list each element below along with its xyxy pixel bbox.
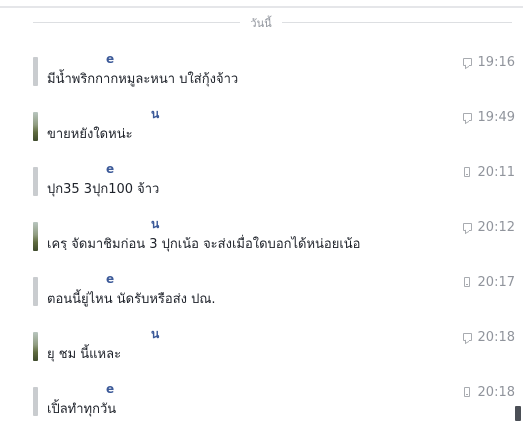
divider-line [33,22,240,23]
message-meta: 20:18 [462,329,515,345]
message-meta: 19:16 [462,54,515,70]
message-row[interactable]: น เครฺ จัดมาชิมก่อน 3 ปุกเน้อ จะส่งเมื่อ… [0,217,523,267]
message-meta: 20:11 [462,164,515,180]
divider-line [282,22,512,23]
message-time: 20:12 [477,219,515,235]
message-meta: 20:17 [462,274,515,290]
message-text: มีน้ำพริกกากหมูละหนา บใส่กุ้งจ้าว [47,72,239,87]
message-row[interactable]: e ตอนนี้ยู่ไหน นัดรับหรือส่ง ปณ. 20:17 [0,272,523,322]
message-text: เครฺ จัดมาชิมก่อน 3 ปุกเน้อ จะส่งเมื่อใด… [47,237,361,252]
chat-icon [462,333,472,341]
message-time: 20:11 [477,164,515,180]
scrollbar-thumb[interactable] [515,406,521,421]
sender-name[interactable]: e [106,382,114,396]
sender-name[interactable]: น [151,327,159,341]
mobile-phone-icon [463,277,470,287]
message-text: ขายหยังใดหน่ะ [47,127,133,142]
mobile-phone-icon [463,387,470,397]
message-time: 20:18 [477,329,515,345]
avatar[interactable] [33,57,38,86]
message-time: 19:49 [477,109,515,125]
day-divider-label: วันนี้ [250,17,272,30]
mobile-phone-icon [463,167,470,177]
sender-name[interactable]: e [106,52,114,66]
message-meta: 20:12 [462,219,515,235]
message-time: 20:17 [477,274,515,290]
sender-name[interactable]: e [106,272,114,286]
top-border [0,6,523,8]
message-text: ยุ ชม นี้แหละ [47,347,122,362]
avatar[interactable] [33,387,38,416]
message-row[interactable]: น ขายหยังใดหน่ะ 19:49 [0,107,523,157]
chat-icon [462,58,472,66]
avatar[interactable] [33,167,38,196]
avatar[interactable] [33,222,38,251]
message-meta: 19:49 [462,109,515,125]
avatar[interactable] [33,277,38,306]
message-row[interactable]: e มีน้ำพริกกากหมูละหนา บใส่กุ้งจ้าว 19:1… [0,52,523,102]
sender-name[interactable]: น [151,217,159,231]
avatar[interactable] [33,112,38,141]
chat-icon [462,113,472,121]
day-divider: วันนี้ [0,14,523,30]
message-meta: 20:18 [462,384,515,400]
sender-name[interactable]: e [106,162,114,176]
message-time: 20:18 [477,384,515,400]
message-text: ปุก35 3ปุก100 จ้าว [47,182,160,197]
message-time: 19:16 [477,54,515,70]
avatar[interactable] [33,332,38,361]
message-row[interactable]: น ยุ ชม นี้แหละ 20:18 [0,327,523,377]
message-text: เปิ้ลทำทุกวัน [47,402,117,417]
message-row[interactable]: e ปุก35 3ปุก100 จ้าว 20:11 [0,162,523,212]
chat-icon [462,223,472,231]
message-text: ตอนนี้ยู่ไหน นัดรับหรือส่ง ปณ. [47,292,216,307]
sender-name[interactable]: น [151,107,159,121]
message-row[interactable]: e เปิ้ลทำทุกวัน 20:18 [0,382,523,421]
